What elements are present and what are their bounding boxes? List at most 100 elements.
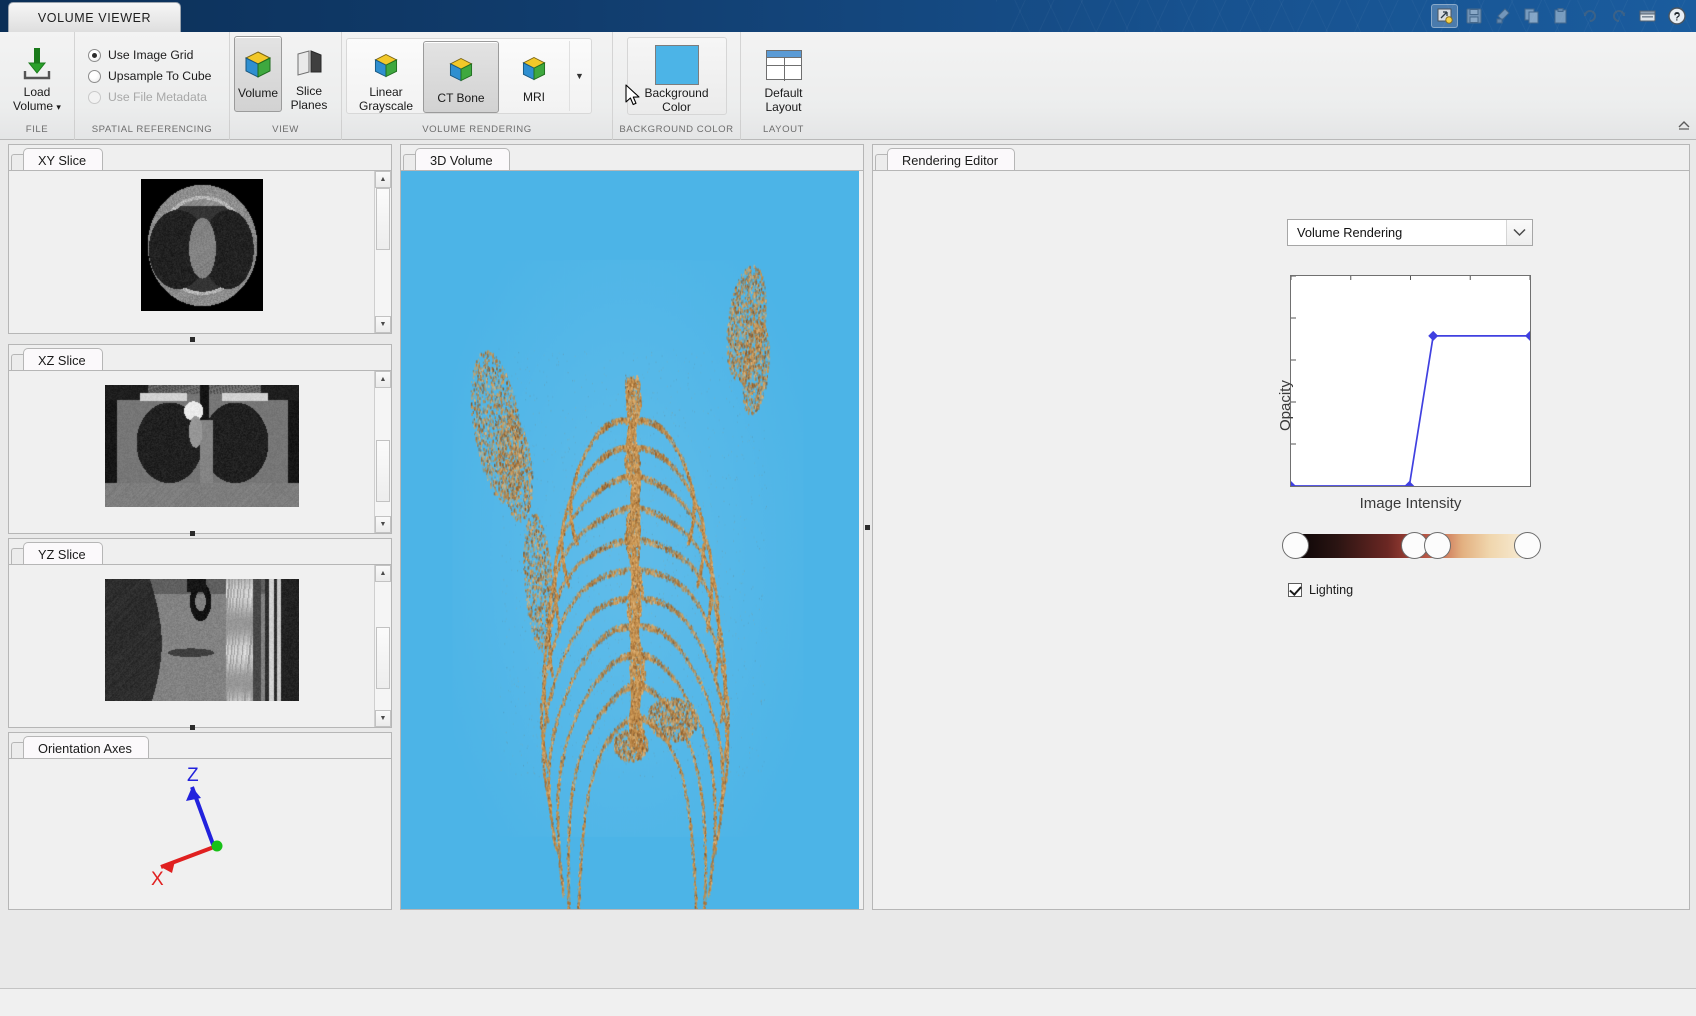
- quick-access-toolbar: ? ?: [1431, 3, 1690, 29]
- xz-scroll-up-icon[interactable]: ▲: [375, 371, 391, 388]
- tab-volume-viewer[interactable]: VOLUME VIEWER: [8, 2, 181, 32]
- yz-slice-content: ▲ ▼: [9, 565, 391, 727]
- rendering-presets-overflow-button[interactable]: ▼: [569, 41, 589, 111]
- paste-icon[interactable]: [1547, 4, 1574, 28]
- xz-scroll-thumb[interactable]: [376, 440, 390, 502]
- ribbon-group-layout: Default Layout: [740, 32, 826, 120]
- yz-scroll-down-icon[interactable]: ▼: [375, 710, 391, 727]
- help-icon[interactable]: ? ?: [1663, 4, 1690, 28]
- splitter-center-right[interactable]: [865, 525, 870, 530]
- background-color-button[interactable]: Background Color: [626, 37, 727, 115]
- pane-xy-slice: XY Slice ▲ ▼: [8, 144, 392, 334]
- colormap-knob-3[interactable]: [1513, 532, 1541, 559]
- tab-xy-slice[interactable]: XY Slice: [23, 148, 104, 171]
- xy-slice-content: ▲ ▼: [9, 171, 391, 333]
- lighting-checkbox[interactable]: [1288, 583, 1302, 597]
- background-color-label-line2: Color: [662, 99, 691, 114]
- xy-scroll-down-icon[interactable]: ▼: [375, 316, 391, 333]
- ribbon-label-spatial-referencing: SPATIAL REFERENCING: [74, 120, 229, 140]
- xz-slice-scrollbar[interactable]: ▲ ▼: [374, 371, 391, 533]
- xy-scroll-up-icon[interactable]: ▲: [375, 171, 391, 188]
- orientation-axes-content[interactable]: Z X: [9, 759, 391, 909]
- colormap-knob-2[interactable]: [1424, 532, 1452, 559]
- preset-ct-bone-button[interactable]: CT Bone: [423, 41, 499, 113]
- xy-slice-image[interactable]: [141, 179, 263, 311]
- orientation-axis-label-x: X: [151, 869, 164, 890]
- rendering-mode-select[interactable]: Volume Rendering: [1287, 219, 1533, 246]
- ribbon-section-labels: FILE SPATIAL REFERENCING VIEW VOLUME REN…: [0, 120, 1696, 140]
- splitter-yz-orientation[interactable]: [190, 725, 195, 730]
- radio-use-image-grid-icon: [88, 48, 101, 62]
- status-bar: [0, 988, 1696, 1016]
- volume-3d-content[interactable]: [401, 171, 863, 909]
- view-volume-label: Volume: [237, 86, 279, 100]
- tab-yz-slice-label: YZ Slice: [38, 546, 86, 562]
- xy-scroll-track[interactable]: [375, 188, 391, 316]
- ribbon-group-file: Load Volume ▾: [0, 32, 74, 120]
- layout-icon[interactable]: [1634, 4, 1661, 28]
- xz-scroll-down-icon[interactable]: ▼: [375, 516, 391, 533]
- xz-slice-tab-stub: [11, 354, 23, 371]
- colormap-editor[interactable]: [1281, 531, 1541, 561]
- volume-3d-render[interactable]: [401, 171, 859, 909]
- radio-use-file-metadata-icon: [88, 90, 101, 104]
- tab-orientation-axes[interactable]: Orientation Axes: [23, 736, 149, 759]
- tab-yz-slice[interactable]: YZ Slice: [23, 542, 103, 565]
- orientation-axes-tabbar: Orientation Axes: [9, 733, 391, 759]
- lighting-checkbox-row[interactable]: Lighting: [1288, 583, 1353, 597]
- radio-use-file-metadata-label: Use File Metadata: [108, 90, 207, 104]
- splitter-xy-xz[interactable]: [190, 337, 195, 342]
- preset-ct-bone-label: CT Bone: [437, 91, 485, 105]
- copy-icon[interactable]: [1518, 4, 1545, 28]
- preset-mri-button[interactable]: MRI: [499, 41, 569, 113]
- image-intensity-axis-label: Image Intensity: [1359, 495, 1462, 512]
- preset-mri-label: MRI: [523, 90, 545, 104]
- lighting-checkbox-label: Lighting: [1309, 583, 1354, 597]
- redo-icon[interactable]: [1605, 4, 1632, 28]
- tab-3d-volume[interactable]: 3D Volume: [415, 148, 510, 171]
- undo-icon[interactable]: [1576, 4, 1603, 28]
- load-volume-caret-icon[interactable]: ▾: [56, 102, 61, 112]
- ribbon-collapse-button[interactable]: [1678, 120, 1690, 133]
- orientation-axes-tab-stub: [11, 742, 23, 759]
- default-layout-button[interactable]: Default Layout: [747, 37, 821, 115]
- volume-cube-icon: [241, 44, 275, 86]
- load-volume-label-line1: Load: [23, 85, 51, 99]
- load-volume-button[interactable]: Load Volume ▾: [4, 36, 70, 116]
- rendering-editor-content: Volume Rendering Opacity Image Intensity: [873, 171, 1689, 909]
- xy-slice-tabbar: XY Slice: [9, 145, 391, 171]
- new-icon[interactable]: [1431, 4, 1458, 28]
- save-icon[interactable]: [1460, 4, 1487, 28]
- brush-icon[interactable]: [1489, 4, 1516, 28]
- splitter-xz-yz[interactable]: [190, 531, 195, 536]
- linear-grayscale-cube-icon: [371, 48, 401, 85]
- radio-use-image-grid[interactable]: Use Image Grid: [88, 48, 211, 62]
- yz-scroll-up-icon[interactable]: ▲: [375, 565, 391, 582]
- opacity-transfer-function-plot[interactable]: [1286, 275, 1535, 491]
- xz-slice-image[interactable]: [105, 385, 299, 507]
- xz-scroll-track[interactable]: [375, 388, 391, 516]
- yz-slice-scrollbar[interactable]: ▲ ▼: [374, 565, 391, 727]
- tab-volume-viewer-label: VOLUME VIEWER: [37, 10, 152, 25]
- yz-slice-tabbar: YZ Slice: [9, 539, 391, 565]
- orientation-axes-widget[interactable]: Z X: [9, 759, 391, 909]
- radio-use-image-grid-label: Use Image Grid: [108, 48, 194, 62]
- load-volume-icon: [17, 43, 57, 85]
- radio-upsample-to-cube-label: Upsample To Cube: [108, 69, 212, 83]
- tab-xz-slice[interactable]: XZ Slice: [23, 348, 103, 371]
- yz-slice-image[interactable]: [105, 579, 299, 701]
- chevron-down-icon[interactable]: [1506, 220, 1532, 245]
- radio-upsample-to-cube[interactable]: Upsample To Cube: [88, 69, 211, 83]
- xy-scroll-thumb[interactable]: [376, 188, 390, 250]
- yz-scroll-track[interactable]: [375, 582, 391, 710]
- xy-slice-scrollbar[interactable]: ▲ ▼: [374, 171, 391, 333]
- volume-3d-tab-stub: [403, 154, 415, 171]
- view-volume-button[interactable]: Volume: [234, 36, 282, 112]
- background-color-swatch-icon: [654, 45, 699, 86]
- preset-linear-grayscale-button[interactable]: Linear Grayscale: [349, 41, 423, 113]
- tab-rendering-editor[interactable]: Rendering Editor: [887, 148, 1016, 171]
- yz-scroll-thumb[interactable]: [376, 627, 390, 689]
- colormap-knob-0[interactable]: [1281, 532, 1309, 559]
- view-slice-planes-button[interactable]: Slice Planes: [282, 36, 336, 112]
- radio-use-file-metadata: Use File Metadata: [88, 90, 211, 104]
